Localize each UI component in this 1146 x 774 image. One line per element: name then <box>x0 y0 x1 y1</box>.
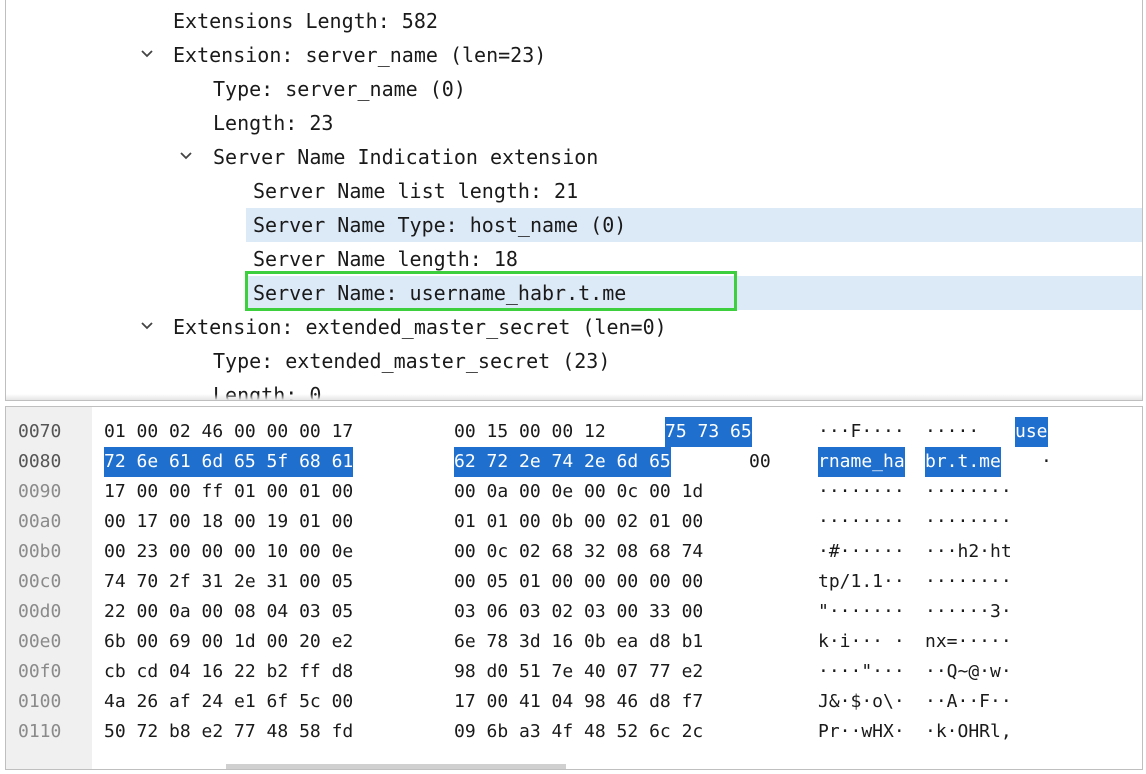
hex-row[interactable]: 0070 01 00 02 46 00 00 00 17 00 15 00 00… <box>6 417 1142 447</box>
chevron-down-icon[interactable] <box>178 148 194 164</box>
tree-row-sni-extension[interactable]: Server Name Indication extension <box>6 140 1142 174</box>
hex-row[interactable]: 00a0 00 17 00 18 00 19 01 00 01 01 00 0b… <box>6 507 1142 537</box>
chevron-down-icon[interactable] <box>139 46 155 62</box>
hex-bytes[interactable]: 00 17 00 18 00 19 01 00 <box>104 507 353 537</box>
ascii-text-highlighted[interactable]: rname_ha <box>818 447 905 477</box>
hex-offset: 00e0 <box>18 631 62 652</box>
ascii-text-highlighted[interactable]: br.t.me <box>925 447 1001 477</box>
tree-row-label: Extension: extended_master_secret (len=0… <box>173 315 667 339</box>
ascii-text[interactable]: ··Q~@·w· <box>925 657 1012 687</box>
hex-bytes[interactable]: 00 15 00 00 12 <box>454 417 606 447</box>
tree-row-label: Type: server_name (0) <box>213 77 466 101</box>
tree-row-extensions-length[interactable]: Extensions Length: 582 <box>6 4 1142 38</box>
hex-bytes[interactable]: cb cd 04 16 22 b2 ff d8 <box>104 657 353 687</box>
ascii-text[interactable]: ·#······ <box>818 537 905 567</box>
highlight-box <box>245 271 737 311</box>
ascii-text[interactable]: ········ <box>818 507 905 537</box>
tree-row-ems-type[interactable]: Type: extended_master_secret (23) <box>6 344 1142 378</box>
ascii-text[interactable]: "······· <box>818 597 905 627</box>
tree-row-sn-type[interactable]: Server Name Type: host_name (0) <box>246 208 1142 242</box>
ascii-text[interactable]: ···F···· <box>818 417 905 447</box>
tree-row-length[interactable]: Length: 23 <box>6 106 1142 140</box>
hex-offset: 0070 <box>18 421 62 442</box>
tree-row-label: Server Name Type: host_name (0) <box>253 213 627 237</box>
hex-offset: 00d0 <box>18 601 62 622</box>
ascii-text[interactable]: ·k·OHRl, <box>925 717 1012 747</box>
ascii-text[interactable]: tp/1.1·· <box>818 567 905 597</box>
ascii-text[interactable]: · <box>1041 447 1052 477</box>
horizontal-scrollbar[interactable] <box>226 764 566 769</box>
hex-offset: 0100 <box>18 691 62 712</box>
hex-bytes-highlighted[interactable]: 62 72 2e 74 2e 6d 65 <box>454 447 671 477</box>
hex-offset: 00b0 <box>18 541 62 562</box>
hex-row[interactable]: 0090 17 00 00 ff 01 00 01 00 00 0a 00 0e… <box>6 477 1142 507</box>
chevron-down-icon[interactable] <box>139 318 155 334</box>
hex-bytes[interactable]: 17 00 41 04 98 46 d8 f7 <box>454 687 703 717</box>
packet-details-pane: Extensions Length: 582 Extension: server… <box>5 0 1143 401</box>
hex-offset: 0080 <box>18 451 62 472</box>
ascii-text[interactable]: J&·$·o\· <box>818 687 905 717</box>
hex-bytes[interactable]: 01 01 00 0b 00 02 01 00 <box>454 507 703 537</box>
tree-row-label: Extension: server_name (len=23) <box>173 43 547 67</box>
hex-offset: 00a0 <box>18 511 62 532</box>
tree-row-type[interactable]: Type: server_name (0) <box>6 72 1142 106</box>
hex-bytes[interactable]: 98 d0 51 7e 40 07 77 e2 <box>454 657 703 687</box>
hex-dump-pane: 0070 01 00 02 46 00 00 00 17 00 15 00 00… <box>5 406 1143 770</box>
hex-offset: 0110 <box>18 721 62 742</box>
hex-offset: 00f0 <box>18 661 62 682</box>
hex-bytes-highlighted[interactable]: 75 73 65 <box>665 417 752 447</box>
hex-bytes[interactable]: 22 00 0a 00 08 04 03 05 <box>104 597 353 627</box>
tree-row-sn-list-length[interactable]: Server Name list length: 21 <box>6 174 1142 208</box>
tree-row-label: Server Name length: 18 <box>253 247 518 271</box>
hex-row[interactable]: 00b0 00 23 00 00 00 10 00 0e 00 0c 02 68… <box>6 537 1142 567</box>
ascii-text[interactable]: ········ <box>925 567 1012 597</box>
ascii-text[interactable]: ··A··F·· <box>925 687 1012 717</box>
hex-bytes[interactable]: 4a 26 af 24 e1 6f 5c 00 <box>104 687 353 717</box>
ascii-text[interactable]: nx=····· <box>925 627 1012 657</box>
tree-row-extension-ems[interactable]: Extension: extended_master_secret (len=0… <box>6 310 1142 344</box>
ascii-text[interactable]: ········ <box>925 507 1012 537</box>
hex-bytes[interactable]: 00 23 00 00 00 10 00 0e <box>104 537 353 567</box>
ascii-text[interactable]: ····"··· <box>818 657 905 687</box>
hex-row[interactable]: 00f0 cb cd 04 16 22 b2 ff d8 98 d0 51 7e… <box>6 657 1142 687</box>
ascii-text[interactable]: k·i··· · <box>818 627 905 657</box>
ascii-text-highlighted[interactable]: use <box>1015 417 1048 447</box>
ascii-text[interactable]: ····· <box>925 417 979 447</box>
hex-bytes-highlighted[interactable]: 72 6e 61 6d 65 5f 68 61 <box>104 447 354 477</box>
hex-bytes[interactable]: 03 06 03 02 03 00 33 00 <box>454 597 703 627</box>
hex-row[interactable]: 00c0 74 70 2f 31 2e 31 00 05 00 05 01 00… <box>6 567 1142 597</box>
hex-bytes[interactable]: 6b 00 69 00 1d 00 20 e2 <box>104 627 353 657</box>
hex-row[interactable]: 0080 72 6e 61 6d 65 5f 68 61 62 72 2e 74… <box>6 447 1142 477</box>
tree-row-label: Type: extended_master_secret (23) <box>213 349 611 373</box>
hex-bytes[interactable]: 00 <box>749 447 771 477</box>
hex-bytes[interactable]: 74 70 2f 31 2e 31 00 05 <box>104 567 353 597</box>
hex-row[interactable]: 0100 4a 26 af 24 e1 6f 5c 00 17 00 41 04… <box>6 687 1142 717</box>
hex-bytes[interactable]: 00 0a 00 0e 00 0c 00 1d <box>454 477 703 507</box>
hex-bytes[interactable]: 09 6b a3 4f 48 52 6c 2c <box>454 717 703 747</box>
ascii-text[interactable]: ···h2·ht <box>925 537 1012 567</box>
hex-bytes[interactable]: 01 00 02 46 00 00 00 17 <box>104 417 353 447</box>
hex-bytes[interactable]: 00 0c 02 68 32 08 68 74 <box>454 537 703 567</box>
ascii-text[interactable]: ········ <box>925 477 1012 507</box>
ascii-text[interactable]: Pr··wHX· <box>818 717 905 747</box>
tree-row-label: Server Name list length: 21 <box>253 179 579 203</box>
tree-row-label: Server Name Indication extension <box>213 145 599 169</box>
pane-divider-shadow <box>6 394 1142 400</box>
hex-row[interactable]: 00e0 6b 00 69 00 1d 00 20 e2 6e 78 3d 16… <box>6 627 1142 657</box>
hex-bytes[interactable]: 17 00 00 ff 01 00 01 00 <box>104 477 353 507</box>
hex-offset: 00c0 <box>18 571 62 592</box>
hex-bytes[interactable]: 50 72 b8 e2 77 48 58 fd <box>104 717 353 747</box>
hex-row[interactable]: 00d0 22 00 0a 00 08 04 03 05 03 06 03 02… <box>6 597 1142 627</box>
ascii-text[interactable]: ······3· <box>925 597 1012 627</box>
ascii-text[interactable]: ········ <box>818 477 905 507</box>
tree-row-label: Extensions Length: 582 <box>173 9 438 33</box>
hex-bytes[interactable]: 6e 78 3d 16 0b ea d8 b1 <box>454 627 703 657</box>
hex-row[interactable]: 0110 50 72 b8 e2 77 48 58 fd 09 6b a3 4f… <box>6 717 1142 747</box>
tree-row-extension-server-name[interactable]: Extension: server_name (len=23) <box>6 38 1142 72</box>
hex-offset: 0090 <box>18 481 62 502</box>
tree-row-label: Length: 23 <box>213 111 334 135</box>
hex-bytes[interactable]: 00 05 01 00 00 00 00 00 <box>454 567 703 597</box>
